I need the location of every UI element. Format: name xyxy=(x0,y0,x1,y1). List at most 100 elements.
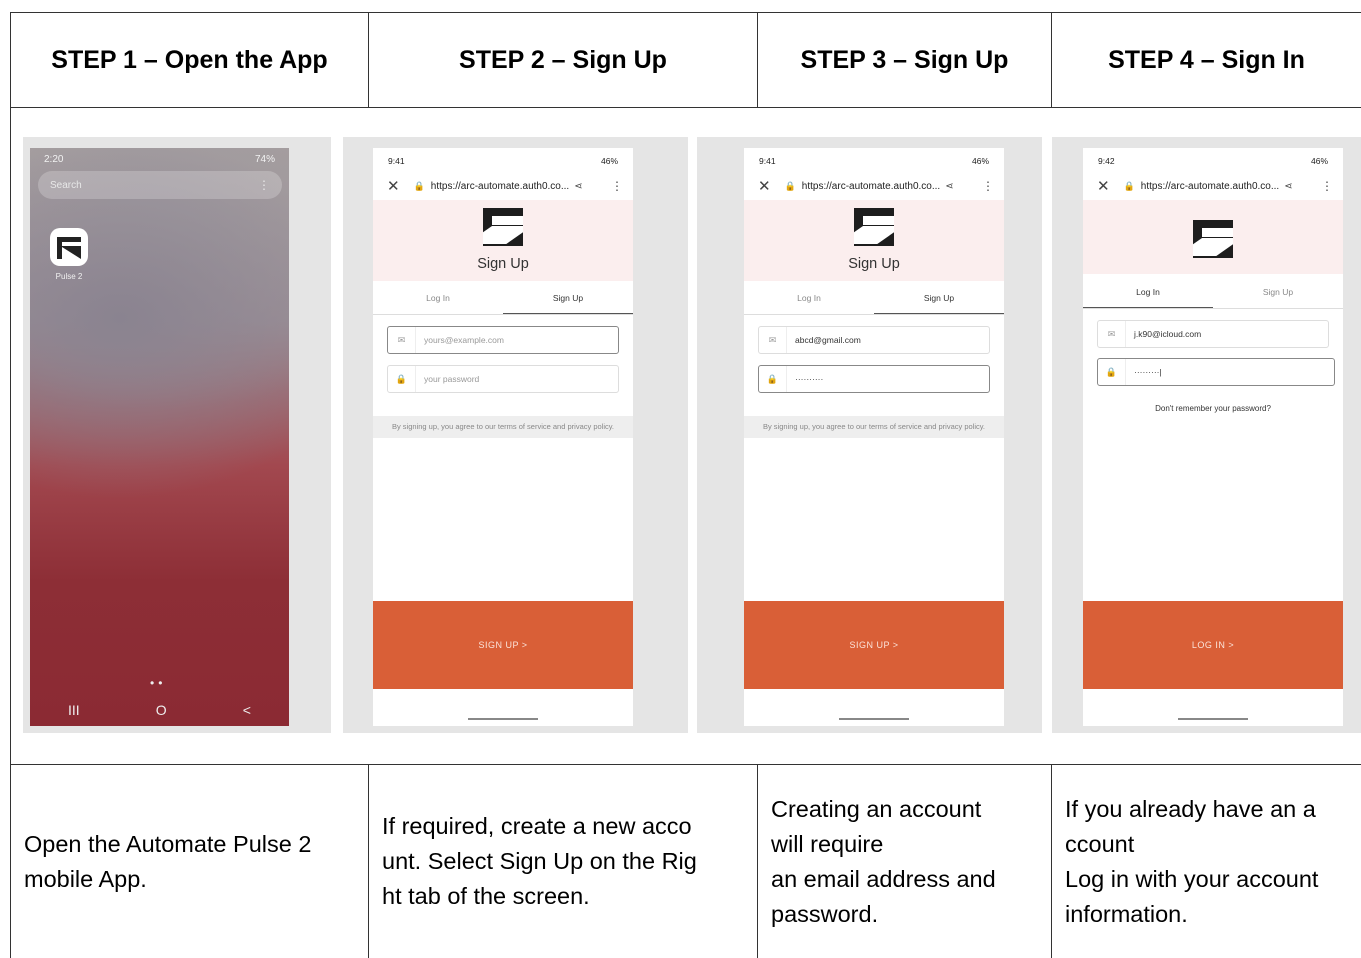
tab-divider xyxy=(744,314,1004,315)
step-1-header: STEP 1 – Open the App xyxy=(51,45,328,74)
password-field[interactable]: 🔒 ·········· xyxy=(758,365,990,393)
step-2-description: If required, create a new acco unt. Sele… xyxy=(369,765,757,958)
auth-header: Sign Up xyxy=(373,200,633,281)
password-value: ·········· xyxy=(795,374,824,384)
close-icon[interactable]: ✕ xyxy=(758,177,771,195)
browser-url-bar: ✕ 🔒 https://arc-automate.auth0.co... ⋖ ⋮ xyxy=(387,176,623,196)
auth-tabs: Log In Sign Up xyxy=(1083,287,1343,309)
tab-signup[interactable]: Sign Up xyxy=(503,293,633,315)
url-text[interactable]: https://arc-automate.auth0.co... xyxy=(802,181,940,192)
status-time: 9:41 xyxy=(759,156,776,166)
signup-button[interactable]: SIGN UP > xyxy=(373,601,633,689)
step-3-description: Creating an account will require an emai… xyxy=(758,765,1051,958)
tab-login[interactable]: Log In xyxy=(744,293,874,315)
mail-icon: ✉ xyxy=(759,327,787,353)
forgot-password-link[interactable]: Don't remember your password? xyxy=(1083,404,1343,413)
table-border-header xyxy=(10,107,1361,108)
desc-line: mobile App. xyxy=(24,865,147,892)
lock-icon: 🔒 xyxy=(759,366,787,392)
password-value: ·········| xyxy=(1134,367,1162,377)
automate-logo-icon xyxy=(854,208,894,246)
login-button[interactable]: LOG IN > xyxy=(1083,601,1343,689)
step-1-description: Open the Automate Pulse 2 mobile App. xyxy=(11,765,368,958)
mail-icon: ✉ xyxy=(388,327,416,353)
desc-line: Log in with your account xyxy=(1065,866,1319,892)
signup-filled-phone: 9:41 46% ✕ 🔒 https://arc-automate.auth0.… xyxy=(744,148,1004,726)
auth-title: Sign Up xyxy=(477,256,529,272)
desc-line: unt. Select Sign Up on the Rig xyxy=(382,848,697,874)
terms-text: By signing up, you agree to our terms of… xyxy=(744,416,1004,438)
close-icon[interactable]: ✕ xyxy=(1097,177,1110,195)
password-field[interactable]: 🔒 ·········| xyxy=(1097,358,1335,386)
home-indicator xyxy=(1178,718,1248,720)
back-icon[interactable]: < xyxy=(243,702,251,718)
home-screen-phone: 2:20 74% Search ⋮ Pulse 2 •• III O < xyxy=(30,148,289,726)
status-time: 9:41 xyxy=(388,156,405,166)
automate-logo-icon xyxy=(483,208,523,246)
home-indicator xyxy=(468,718,538,720)
email-value: j.k90@icloud.com xyxy=(1134,329,1202,339)
search-placeholder: Search xyxy=(50,179,82,191)
desc-line: an email address and xyxy=(771,866,996,892)
step-4-description: If you already have an a ccount Log in w… xyxy=(1052,765,1361,958)
pulse-2-app-icon[interactable] xyxy=(50,228,88,266)
share-icon[interactable]: ⋖ xyxy=(1284,181,1292,192)
email-field[interactable]: ✉ abcd@gmail.com xyxy=(758,326,990,354)
email-field[interactable]: ✉ j.k90@icloud.com xyxy=(1097,320,1329,348)
home-icon[interactable]: O xyxy=(156,702,167,718)
desc-line: information. xyxy=(1065,901,1188,927)
desc-line: password. xyxy=(771,901,879,927)
auth-tabs: Log In Sign Up xyxy=(373,293,633,315)
status-battery: 74% xyxy=(254,154,275,165)
signup-empty-phone: 9:41 46% ✕ 🔒 https://arc-automate.auth0.… xyxy=(373,148,633,726)
password-placeholder: your password xyxy=(424,374,480,384)
more-vert-icon[interactable]: ⋮ xyxy=(1321,179,1333,193)
share-icon[interactable]: ⋖ xyxy=(574,181,582,192)
home-search-bar[interactable]: Search ⋮ xyxy=(38,171,282,199)
auth-title: Sign Up xyxy=(848,256,900,272)
lock-icon: 🔒 xyxy=(784,180,796,191)
more-vert-icon[interactable]: ⋮ xyxy=(258,178,270,192)
email-placeholder: yours@example.com xyxy=(424,335,504,345)
step-3-header: STEP 3 – Sign Up xyxy=(800,45,1009,74)
status-time: 9:42 xyxy=(1098,156,1115,166)
nav-bar: III O < xyxy=(30,702,289,718)
status-battery: 46% xyxy=(1310,156,1328,166)
more-vert-icon[interactable]: ⋮ xyxy=(611,179,623,193)
home-indicator xyxy=(839,718,909,720)
tab-signup[interactable]: Sign Up xyxy=(1213,287,1343,309)
desc-line: Open the Automate Pulse 2 xyxy=(24,830,312,857)
auth-tabs: Log In Sign Up xyxy=(744,293,1004,315)
password-field[interactable]: 🔒 your password xyxy=(387,365,619,393)
status-bar: 2:20 74% xyxy=(44,154,275,165)
status-bar: 9:41 46% xyxy=(759,156,989,166)
desc-line: If you already have an a xyxy=(1065,796,1316,822)
step-4-header: STEP 4 – Sign In xyxy=(1108,45,1305,74)
url-text[interactable]: https://arc-automate.auth0.co... xyxy=(1141,181,1279,192)
tab-login[interactable]: Log In xyxy=(373,293,503,315)
auth-header xyxy=(1083,200,1343,274)
url-text[interactable]: https://arc-automate.auth0.co... xyxy=(431,181,569,192)
share-icon[interactable]: ⋖ xyxy=(945,181,953,192)
close-icon[interactable]: ✕ xyxy=(387,177,400,195)
app-label: Pulse 2 xyxy=(55,272,83,281)
status-battery: 46% xyxy=(971,156,989,166)
desc-line: ccount xyxy=(1065,831,1135,857)
page-indicator: •• xyxy=(150,676,167,690)
tab-divider xyxy=(373,314,633,315)
lock-icon: 🔒 xyxy=(388,366,416,392)
desc-line: will require xyxy=(771,831,884,857)
terms-text: By signing up, you agree to our terms of… xyxy=(373,416,633,438)
lock-icon: 🔒 xyxy=(1123,180,1135,191)
recent-apps-icon[interactable]: III xyxy=(68,702,80,718)
tab-signup[interactable]: Sign Up xyxy=(874,293,1004,315)
status-bar: 9:41 46% xyxy=(388,156,618,166)
desc-line: Creating an account xyxy=(771,796,982,822)
email-field[interactable]: ✉ yours@example.com xyxy=(387,326,619,354)
more-vert-icon[interactable]: ⋮ xyxy=(982,179,994,193)
status-battery: 46% xyxy=(600,156,618,166)
signup-button[interactable]: SIGN UP > xyxy=(744,601,1004,689)
tab-divider xyxy=(1083,308,1343,309)
login-phone: 9:42 46% ✕ 🔒 https://arc-automate.auth0.… xyxy=(1083,148,1343,726)
tab-login[interactable]: Log In xyxy=(1083,287,1213,309)
